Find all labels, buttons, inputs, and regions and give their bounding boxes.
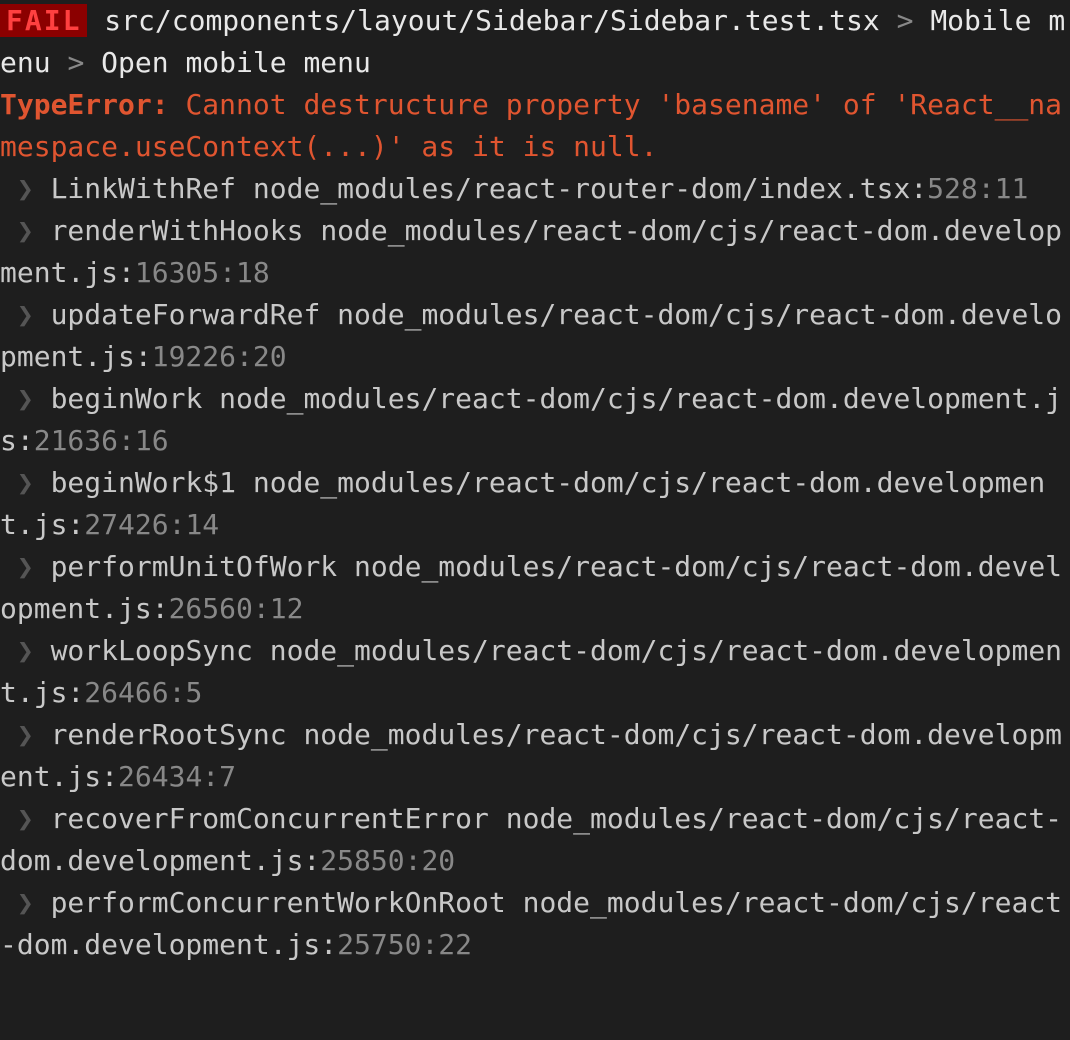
stack-function: performConcurrentWorkOnRoot [51, 886, 506, 919]
stack-arrow-icon: ❯ [17, 718, 34, 751]
status-badge: FAIL [0, 4, 87, 37]
stack-location: 21636:16 [34, 424, 169, 457]
stack-location: 26466:5 [84, 676, 202, 709]
stack-location: 528:11 [927, 172, 1028, 205]
status-label: FAIL [6, 4, 81, 37]
stack-arrow-icon: ❯ [17, 634, 34, 667]
stack-file: node_modules/react-router-dom/index.tsx: [253, 172, 927, 205]
stack-location: 26434:7 [118, 760, 236, 793]
stack-trace: ❯ LinkWithRef node_modules/react-router-… [0, 172, 1062, 961]
stack-arrow-icon: ❯ [17, 550, 34, 583]
stack-function: beginWork [51, 382, 203, 415]
stack-location: 27426:14 [84, 508, 219, 541]
test-case-name: Open mobile menu [101, 46, 371, 79]
stack-function: LinkWithRef [51, 172, 236, 205]
breadcrumb-sep-2: > [67, 46, 84, 79]
stack-arrow-icon: ❯ [17, 214, 34, 247]
stack-arrow-icon: ❯ [17, 298, 34, 331]
stack-function: renderRootSync [51, 718, 287, 751]
stack-arrow-icon: ❯ [17, 382, 34, 415]
stack-function: updateForwardRef [51, 298, 321, 331]
stack-function: recoverFromConcurrentError [51, 802, 489, 835]
error-type: TypeError: [0, 88, 169, 121]
terminal-output: FAIL src/components/layout/Sidebar/Sideb… [0, 0, 1070, 966]
stack-location: 26560:12 [169, 592, 304, 625]
stack-function: beginWork$1 [51, 466, 236, 499]
test-file-path: src/components/layout/Sidebar/Sidebar.te… [104, 4, 879, 37]
stack-arrow-icon: ❯ [17, 172, 34, 205]
stack-function: workLoopSync [51, 634, 253, 667]
stack-arrow-icon: ❯ [17, 466, 34, 499]
stack-function: renderWithHooks [51, 214, 304, 247]
breadcrumb-sep-1: > [897, 4, 914, 37]
stack-arrow-icon: ❯ [17, 802, 34, 835]
stack-location: 19226:20 [152, 340, 287, 373]
stack-location: 25850:20 [320, 844, 455, 877]
stack-location: 16305:18 [135, 256, 270, 289]
stack-location: 25750:22 [337, 928, 472, 961]
stack-function: performUnitOfWork [51, 550, 338, 583]
stack-arrow-icon: ❯ [17, 886, 34, 919]
